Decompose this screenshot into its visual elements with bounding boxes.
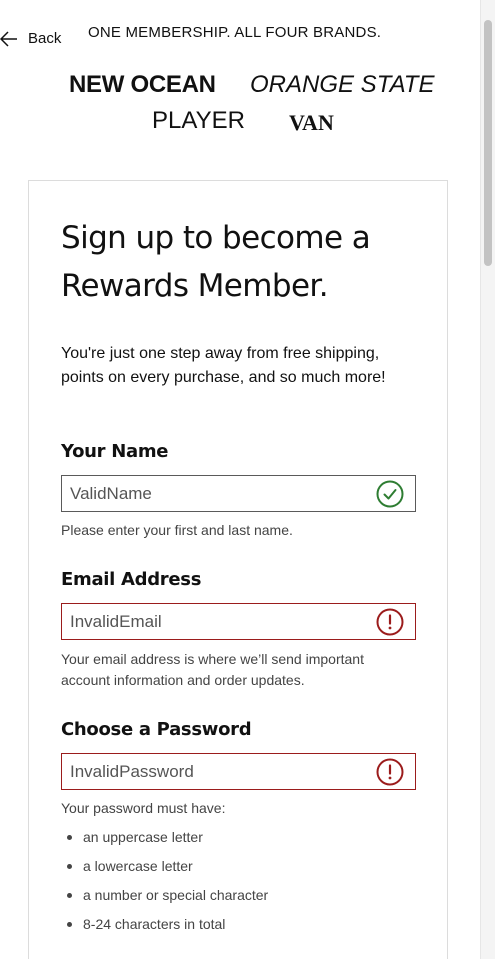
password-field-wrapper <box>61 753 416 790</box>
brand-logo-orange-state: ORANGE STATE <box>250 71 435 98</box>
signup-page: Back ONE MEMBERSHIP. ALL FOUR BRANDS. NE… <box>0 0 495 959</box>
name-input[interactable] <box>62 476 415 511</box>
password-label: Choose a Password <box>61 719 252 740</box>
exclamation-circle-icon <box>376 608 404 636</box>
email-field-wrapper <box>61 603 416 640</box>
password-rule-item: an uppercase letter <box>61 826 268 855</box>
email-label: Email Address <box>61 569 202 590</box>
scrollbar-track[interactable] <box>480 0 495 959</box>
back-button[interactable]: Back <box>0 30 61 47</box>
exclamation-circle-icon <box>376 758 404 786</box>
brand-logo-new-ocean: NEW OCEAN <box>69 71 216 98</box>
email-helper-text: Your email address is where we’ll send i… <box>61 651 364 688</box>
name-helper-text: Please enter your first and last name. <box>61 522 293 538</box>
arrow-left-icon <box>0 30 18 47</box>
brand-logo-player: PLAYER <box>152 107 245 134</box>
email-input[interactable] <box>62 604 415 639</box>
back-label: Back <box>28 30 62 47</box>
page-title: Sign up to become a Rewards Member. <box>61 220 371 304</box>
password-helper-text: Your password must have: <box>61 800 226 816</box>
name-field-wrapper <box>61 475 416 512</box>
password-rules-list: an uppercase letter a lowercase letter a… <box>61 826 268 942</box>
password-rule-item: a number or special character <box>61 884 268 913</box>
promo-banner: ONE MEMBERSHIP. ALL FOUR BRANDS. <box>88 24 382 41</box>
password-input[interactable] <box>62 754 415 789</box>
intro-text: You're just one step away from free ship… <box>61 345 386 386</box>
brand-logo-van: VAN <box>289 110 334 135</box>
password-rule-item: 8-24 characters in total <box>61 913 268 942</box>
name-label: Your Name <box>61 441 169 462</box>
scrollbar-thumb[interactable] <box>484 20 492 266</box>
check-circle-icon <box>376 480 404 508</box>
password-rule-item: a lowercase letter <box>61 855 268 884</box>
